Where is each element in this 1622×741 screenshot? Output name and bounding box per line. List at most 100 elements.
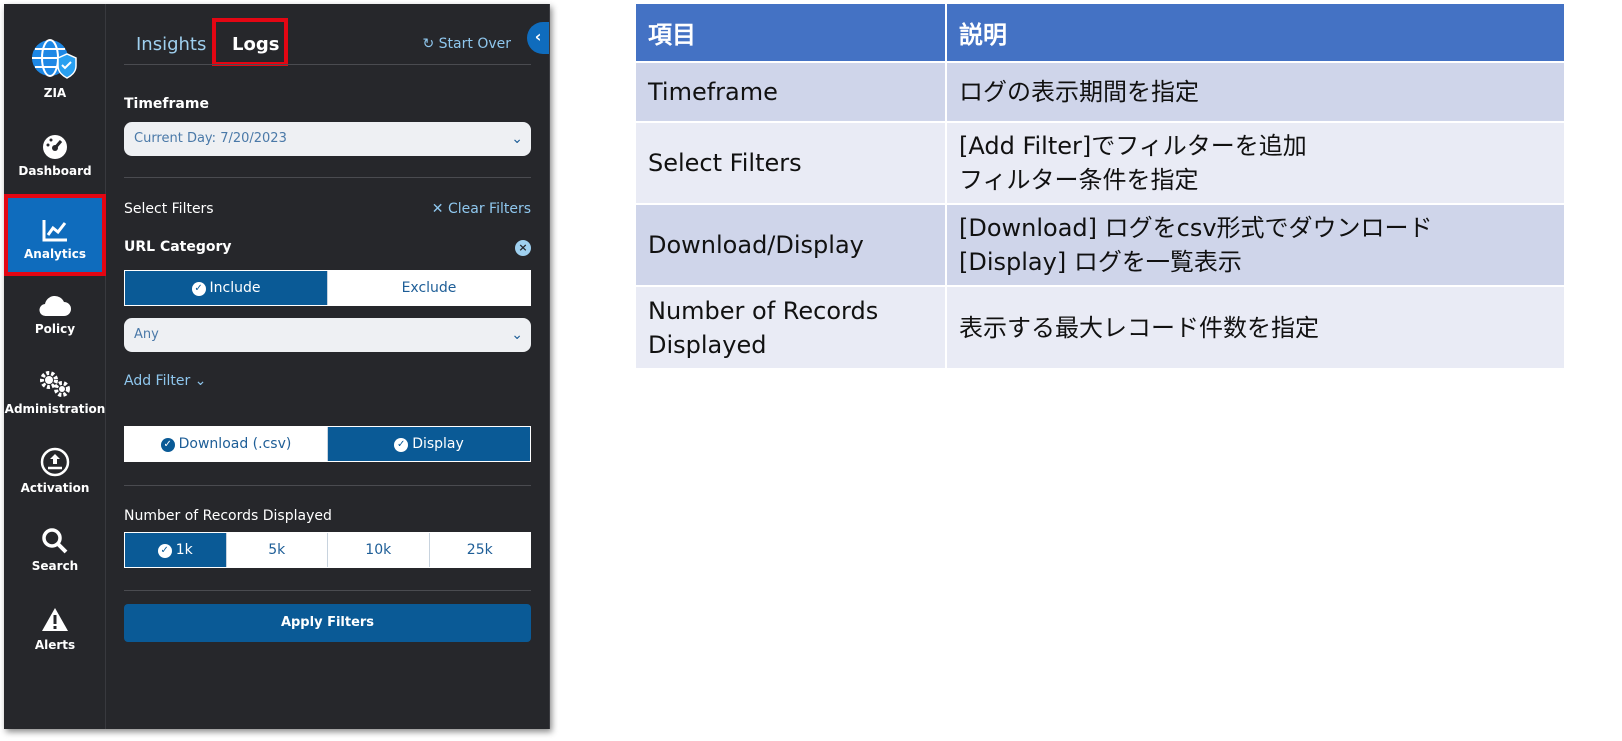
exclude-label: Exclude — [401, 280, 457, 296]
table-header-description: 説明 — [946, 4, 1566, 62]
clear-filters-label: Clear Filters — [447, 201, 531, 217]
chevron-down-icon: ⌄ — [190, 373, 207, 389]
records-option-label: 25k — [466, 542, 493, 558]
include-button[interactable]: ✓ Include — [125, 271, 327, 305]
add-filter-label: Add Filter — [124, 373, 191, 389]
check-circle-icon: ✓ — [394, 438, 409, 452]
records-toggle: ✓ 1k 5k 10k 25k — [124, 532, 531, 568]
collapse-panel-button[interactable]: ‹ — [527, 22, 549, 54]
divider — [124, 64, 531, 65]
table-row: Download/Display [Download] ログをcsv形式でダウン… — [636, 203, 1566, 286]
refresh-icon: ↻ — [422, 36, 439, 52]
display-button[interactable]: ✓ Display — [327, 427, 530, 461]
start-over-link[interactable]: ↻ Start Over — [422, 36, 511, 52]
globe-shield-icon — [32, 39, 77, 79]
include-exclude-toggle: ✓ Include Exclude — [124, 270, 531, 306]
table-header-item: 項目 — [636, 4, 947, 62]
cell-line: [Download] ログをcsv形式でダウンロード — [959, 214, 1433, 242]
logs-panel: Insights Logs ↻ Start Over ‹ Timeframe C… — [106, 4, 549, 729]
table-cell-description: [Add Filter]でフィルターを追加 フィルター条件を指定 — [946, 121, 1566, 204]
exclude-button[interactable]: Exclude — [327, 271, 530, 305]
records-option-label: 5k — [268, 542, 286, 558]
table-row: Timeframe ログの表示期間を指定 — [636, 61, 1566, 122]
cell-line: 表示する最大レコード件数を指定 — [959, 313, 1319, 342]
chevron-left-icon: ‹ — [534, 27, 542, 46]
left-navigation: ZIA Dashboard Analytics Policy Administr… — [4, 4, 106, 729]
records-label: Number of Records Displayed — [124, 508, 332, 524]
nav-item-policy[interactable]: Policy — [4, 292, 106, 368]
records-option-1k[interactable]: ✓ 1k — [125, 533, 226, 567]
description-table: 項目 説明 Timeframe ログの表示期間を指定 Select Filter… — [636, 4, 1566, 368]
nav-item-analytics[interactable]: Analytics — [4, 197, 106, 273]
table-cell-item: Download/Display — [636, 203, 947, 286]
nav-label: Policy — [34, 322, 76, 336]
download-label: Download (.csv) — [178, 436, 292, 452]
nav-label: ZIA — [43, 86, 67, 100]
nav-item-administration[interactable]: Administration — [4, 370, 106, 446]
nav-label: Search — [31, 559, 79, 573]
records-option-10k[interactable]: 10k — [327, 533, 429, 567]
table-cell-item: Number of Records Displayed — [636, 285, 947, 368]
line-chart-icon — [42, 220, 67, 242]
table-header-row: 項目 説明 — [636, 4, 1566, 62]
download-csv-button[interactable]: ✓ Download (.csv) — [125, 427, 327, 461]
close-icon: ✕ — [431, 201, 448, 217]
table-cell-description: [Download] ログをcsv形式でダウンロード [Display] ログを… — [946, 203, 1566, 286]
url-category-select[interactable]: Any ⌄ — [124, 318, 531, 352]
nav-item-zia[interactable]: ZIA — [4, 36, 106, 112]
table-cell-description: ログの表示期間を指定 — [946, 61, 1566, 122]
table-row: Number of Records Displayed 表示する最大レコード件数… — [636, 285, 1566, 368]
warning-icon — [42, 608, 68, 631]
chevron-down-icon: ⌄ — [511, 327, 523, 343]
cell-line: ログの表示期間を指定 — [959, 78, 1199, 106]
nav-label: Alerts — [34, 638, 76, 652]
zia-app-window: ZIA Dashboard Analytics Policy Administr… — [4, 4, 550, 729]
cell-line: [Add Filter]でフィルターを追加 — [959, 132, 1307, 160]
table-row: Select Filters [Add Filter]でフィルターを追加 フィル… — [636, 121, 1566, 204]
search-icon — [42, 528, 68, 554]
nav-item-alerts[interactable]: Alerts — [4, 606, 106, 682]
timeframe-label: Timeframe — [124, 96, 209, 112]
timeframe-select[interactable]: Current Day: 7/20/2023 ⌄ — [124, 122, 531, 156]
table-cell-item: Select Filters — [636, 121, 947, 204]
divider — [124, 590, 531, 591]
add-filter-dropdown[interactable]: Add Filter ⌄ — [124, 373, 206, 389]
nav-label: Administration — [4, 402, 106, 416]
check-circle-icon: ✓ — [160, 438, 175, 452]
table-cell-item: Timeframe — [636, 61, 947, 122]
include-label: Include — [209, 280, 261, 296]
cell-line: [Display] ログを一覧表示 — [959, 248, 1242, 276]
clear-filters-link[interactable]: ✕ Clear Filters — [432, 201, 531, 217]
tab-insights[interactable]: Insights — [136, 34, 206, 55]
divider — [124, 485, 531, 486]
cell-line: Timeframe — [648, 78, 778, 106]
records-option-5k[interactable]: 5k — [225, 533, 327, 567]
gauge-icon — [43, 135, 67, 159]
cell-line: Number of Records — [648, 296, 879, 325]
gears-icon — [40, 371, 70, 397]
table-cell-description: 表示する最大レコード件数を指定 — [946, 285, 1566, 368]
remove-filter-icon[interactable]: × — [515, 240, 531, 256]
records-option-25k[interactable]: 25k — [428, 533, 530, 567]
cell-line: フィルター条件を指定 — [959, 166, 1199, 194]
nav-item-search[interactable]: Search — [4, 527, 106, 603]
select-filters-label: Select Filters — [124, 201, 214, 217]
url-category-value: Any — [134, 327, 159, 342]
cell-line: Select Filters — [648, 149, 802, 177]
check-circle-icon: ✓ — [157, 544, 172, 558]
nav-label: Activation — [20, 481, 90, 495]
cell-line: Download/Display — [648, 231, 864, 259]
start-over-label: Start Over — [438, 36, 511, 52]
cloud-icon — [39, 295, 71, 317]
output-mode-toggle: ✓ Download (.csv) ✓ Display — [124, 426, 531, 462]
nav-label: Analytics — [24, 247, 86, 261]
apply-filters-button[interactable]: Apply Filters — [124, 604, 531, 642]
chevron-down-icon: ⌄ — [511, 131, 523, 147]
url-category-label: URL Category — [124, 239, 232, 255]
records-option-label: 1k — [175, 542, 193, 558]
nav-label: Dashboard — [18, 164, 92, 178]
nav-item-activation[interactable]: Activation — [4, 447, 106, 523]
cell-line: Displayed — [648, 330, 767, 359]
timeframe-value: Current Day: 7/20/2023 — [134, 131, 287, 146]
tab-logs[interactable]: Logs — [232, 34, 279, 55]
